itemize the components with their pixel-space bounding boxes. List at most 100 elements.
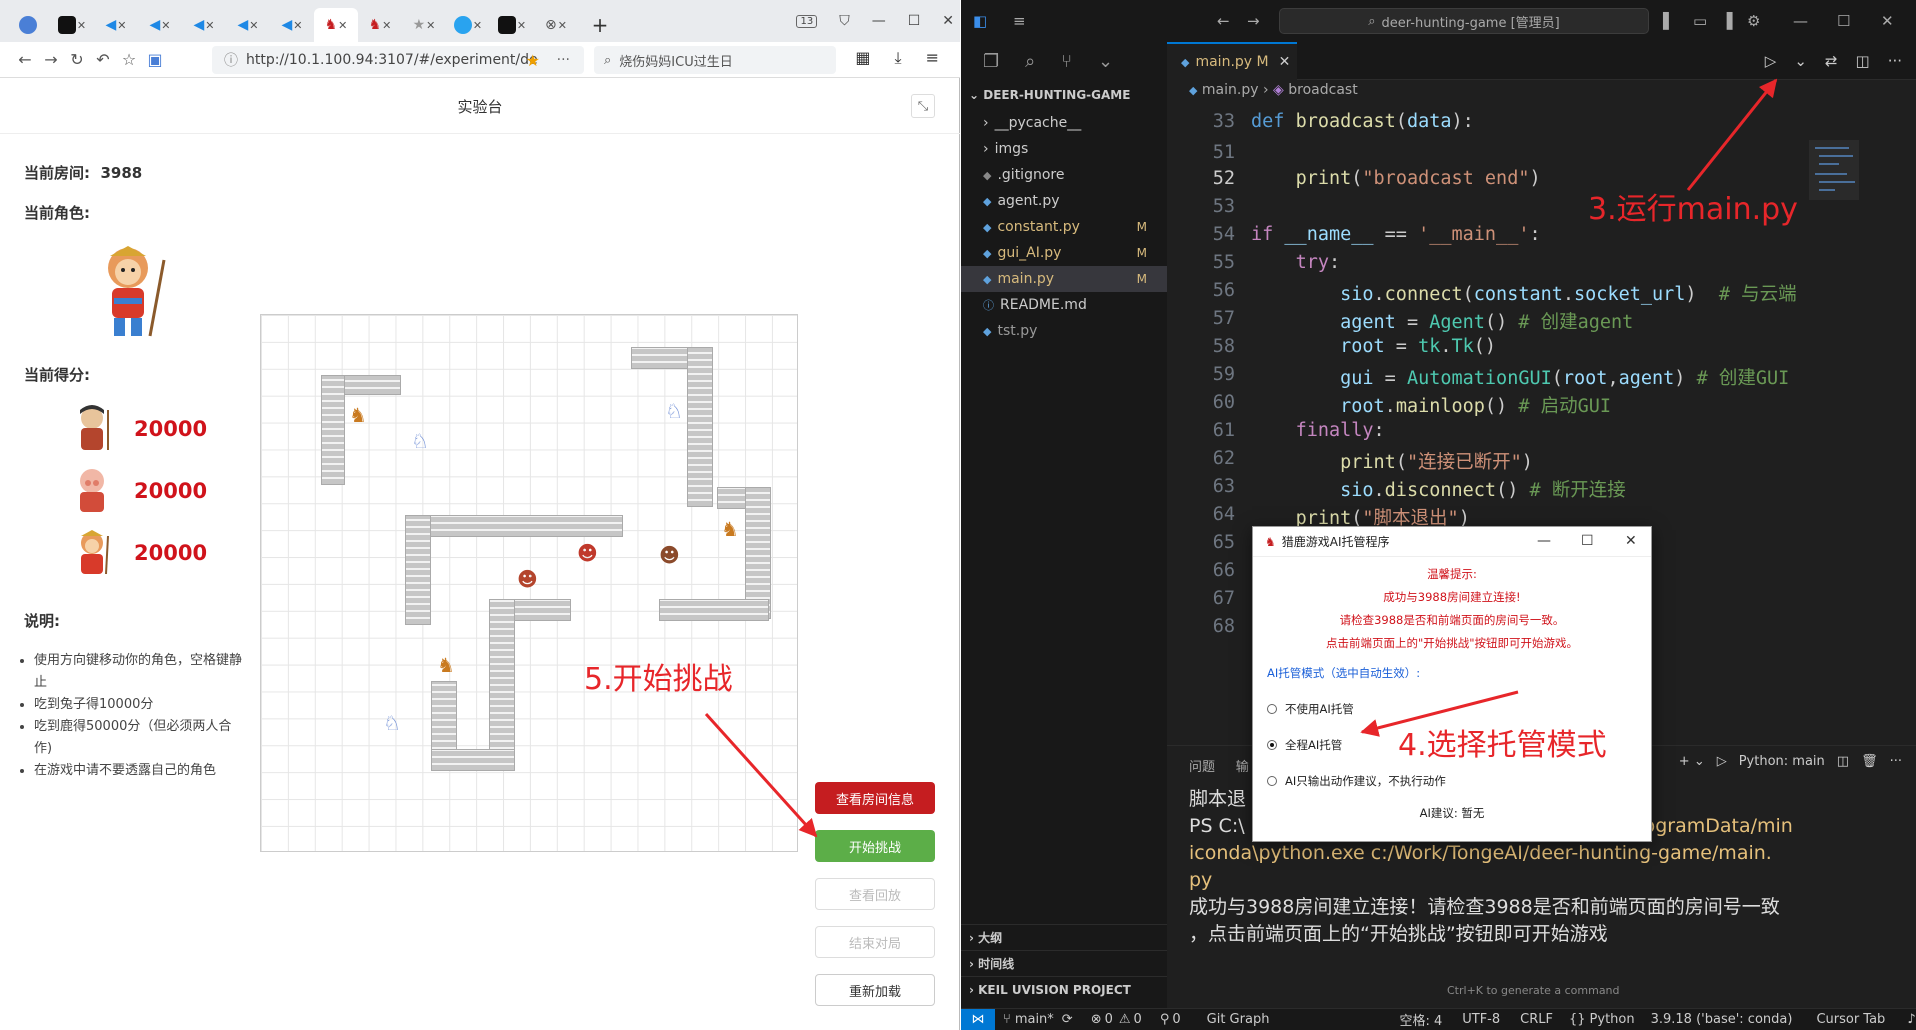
browser-tab-5[interactable]: ◀ ✕ — [182, 8, 226, 42]
tab-problems[interactable]: 问题 — [1189, 760, 1215, 775]
close-icon[interactable]: ✕ — [558, 19, 567, 32]
close-icon[interactable]: ✕ — [338, 19, 347, 32]
browser-tab-9[interactable]: ♞ ✕ — [358, 8, 402, 42]
interpreter-status[interactable]: 3.9.18 ('base': conda) — [1651, 1012, 1793, 1027]
bookmark-star-icon[interactable]: ★ — [526, 51, 540, 70]
minimap[interactable] — [1809, 140, 1867, 640]
file-item[interactable]: ◆ main.py M — [961, 266, 1167, 292]
minimize-icon[interactable]: — — [872, 13, 886, 29]
browser-tab-12[interactable]: ✕ — [490, 8, 534, 42]
chevron-down-icon[interactable]: ⌄ — [1794, 52, 1807, 70]
file-item[interactable]: ◆ constant.py M — [961, 214, 1167, 240]
search-icon[interactable]: ⌕ — [1025, 51, 1035, 72]
favorites-icon[interactable]: ☆ — [116, 50, 142, 69]
warning-count[interactable]: 0 — [1134, 1012, 1142, 1027]
file-item[interactable]: ◆ agent.py — [961, 188, 1167, 214]
breadcrumb-file[interactable]: main.py — [1202, 82, 1259, 98]
add-terminal-icon[interactable]: + ⌄ — [1679, 754, 1705, 769]
menu-icon[interactable]: ≡ — [1013, 12, 1026, 30]
more-icon[interactable]: ··· — [557, 52, 570, 68]
toggle-sidebar-icon[interactable]: ▌ — [1663, 12, 1675, 30]
cursor-tab-status[interactable]: Cursor Tab — [1816, 1012, 1885, 1027]
new-tab-button[interactable]: + — [578, 8, 622, 42]
branch-name[interactable]: main* — [1015, 1012, 1054, 1027]
shrink-icon[interactable]: ⤡ — [911, 94, 935, 118]
files-icon[interactable]: ❐ — [983, 51, 999, 72]
split-terminal-icon[interactable]: ◫ — [1837, 754, 1849, 769]
game-board[interactable]: ♞ ♘ ♘ ♞ ☻ ☻ ☻ ♞ ♘ — [260, 314, 798, 852]
run-icon[interactable]: ▷ — [1765, 52, 1777, 70]
close-icon[interactable]: ✕ — [382, 19, 391, 32]
browser-tab-7[interactable]: ◀ ✕ — [270, 8, 314, 42]
tab-count-badge[interactable]: 13 — [796, 14, 818, 28]
gear-icon[interactable]: ⚙ — [1747, 12, 1760, 30]
radio-button[interactable] — [1267, 704, 1277, 714]
browser-tab-3[interactable]: ◀ ✕ — [94, 8, 138, 42]
forward-icon[interactable]: → — [38, 50, 64, 69]
file-item[interactable]: › __pycache__ — [961, 110, 1167, 136]
more-icon[interactable]: ··· — [1888, 52, 1902, 70]
explorer-title[interactable]: ⌄ DEER-HUNTING-GAME — [961, 80, 1167, 110]
address-bar[interactable]: ⓘ http://10.1.100.94:3107/#/experiment/d… — [212, 46, 584, 74]
browser-tab-active[interactable]: ♞ ✕ — [314, 8, 358, 42]
browser-tab-6[interactable]: ◀ ✕ — [226, 8, 270, 42]
split-editor-icon[interactable]: ◫ — [1856, 52, 1870, 70]
chevron-down-icon[interactable]: ⌄ — [1098, 51, 1113, 72]
maximize-icon[interactable]: ☐ — [908, 13, 921, 29]
maximize-icon[interactable]: ☐ — [1837, 12, 1850, 30]
file-item[interactable]: ◆ .gitignore — [961, 162, 1167, 188]
terminal-label[interactable]: Python: main — [1739, 754, 1825, 769]
error-count[interactable]: 0 — [1105, 1012, 1113, 1027]
bell-icon[interactable]: ♪ — [1907, 1012, 1915, 1027]
file-item[interactable]: ⓘ README.md — [961, 292, 1167, 318]
close-icon[interactable]: ✕ — [161, 19, 170, 32]
close-icon[interactable]: ✕ — [426, 19, 435, 32]
close-icon[interactable]: ✕ — [473, 19, 482, 32]
replay-button[interactable]: 查看回放 — [815, 878, 935, 910]
grid-icon[interactable]: ▦ — [855, 48, 870, 68]
toggle-panel-icon[interactable]: ▭ — [1693, 12, 1707, 30]
close-window-icon[interactable]: ✕ — [1881, 12, 1894, 30]
forward-icon[interactable]: → — [1247, 12, 1260, 30]
browser-tab-11[interactable]: ✕ — [446, 8, 490, 42]
browser-tab-4[interactable]: ◀ ✕ — [138, 8, 182, 42]
reload-icon[interactable]: ↻ — [64, 50, 90, 69]
maximize-icon[interactable]: ☐ — [1581, 533, 1594, 549]
radio-button[interactable] — [1267, 776, 1277, 786]
keil-section[interactable]: › KEIL UVISION PROJECT — [961, 976, 1167, 1002]
back-icon[interactable]: ← — [1217, 12, 1230, 30]
end-game-button[interactable]: 结束对局 — [815, 926, 935, 958]
tab-main-py[interactable]: ◆ main.py M ✕ — [1167, 42, 1297, 80]
close-icon[interactable]: ✕ — [1279, 54, 1291, 70]
breadcrumb-symbol[interactable]: broadcast — [1288, 82, 1357, 98]
eol-status[interactable]: CRLF — [1520, 1012, 1553, 1027]
tab-output[interactable]: 输 — [1236, 760, 1249, 775]
close-icon[interactable]: ✕ — [517, 19, 526, 32]
toggle-secondary-icon[interactable]: ▐ — [1721, 12, 1733, 30]
search-box[interactable]: ⌕ 烧伤妈妈ICU过生日 — [594, 46, 836, 74]
back-icon[interactable]: ← — [12, 50, 38, 69]
menu-icon[interactable]: ≡ — [926, 48, 939, 68]
browser-tab-1[interactable] — [6, 8, 50, 42]
outline-section[interactable]: › 大纲 — [961, 924, 1167, 950]
close-icon[interactable]: ✕ — [117, 19, 126, 32]
file-item[interactable]: ◆ gui_AI.py M — [961, 240, 1167, 266]
minimize-icon[interactable]: — — [1537, 533, 1551, 549]
close-icon[interactable]: ✕ — [249, 19, 258, 32]
sync-icon[interactable]: ⟳ — [1062, 1012, 1073, 1027]
encoding-status[interactable]: UTF-8 — [1462, 1012, 1500, 1027]
browser-tab-13[interactable]: ⊗ ✕ — [534, 8, 578, 42]
close-icon[interactable]: ✕ — [293, 19, 302, 32]
download-icon[interactable]: ⤓ — [895, 48, 902, 68]
undo-icon[interactable]: ↶ — [90, 50, 116, 69]
close-window-icon[interactable]: ✕ — [942, 13, 954, 29]
indent-status[interactable]: 空格: 4 — [1399, 1010, 1442, 1029]
timeline-section[interactable]: › 时间线 — [961, 950, 1167, 976]
close-icon[interactable]: ✕ — [77, 19, 86, 32]
file-item[interactable]: ◆ tst.py — [961, 318, 1167, 344]
shirt-icon[interactable]: ⛉ — [839, 13, 850, 29]
radio-suggest-only[interactable]: AI只输出动作建议，不执行动作 — [1267, 763, 1651, 799]
browser-tab-10[interactable]: ★ ✕ — [402, 8, 446, 42]
trash-icon[interactable]: 🗑 — [1861, 754, 1878, 769]
minimize-icon[interactable]: — — [1793, 12, 1808, 30]
